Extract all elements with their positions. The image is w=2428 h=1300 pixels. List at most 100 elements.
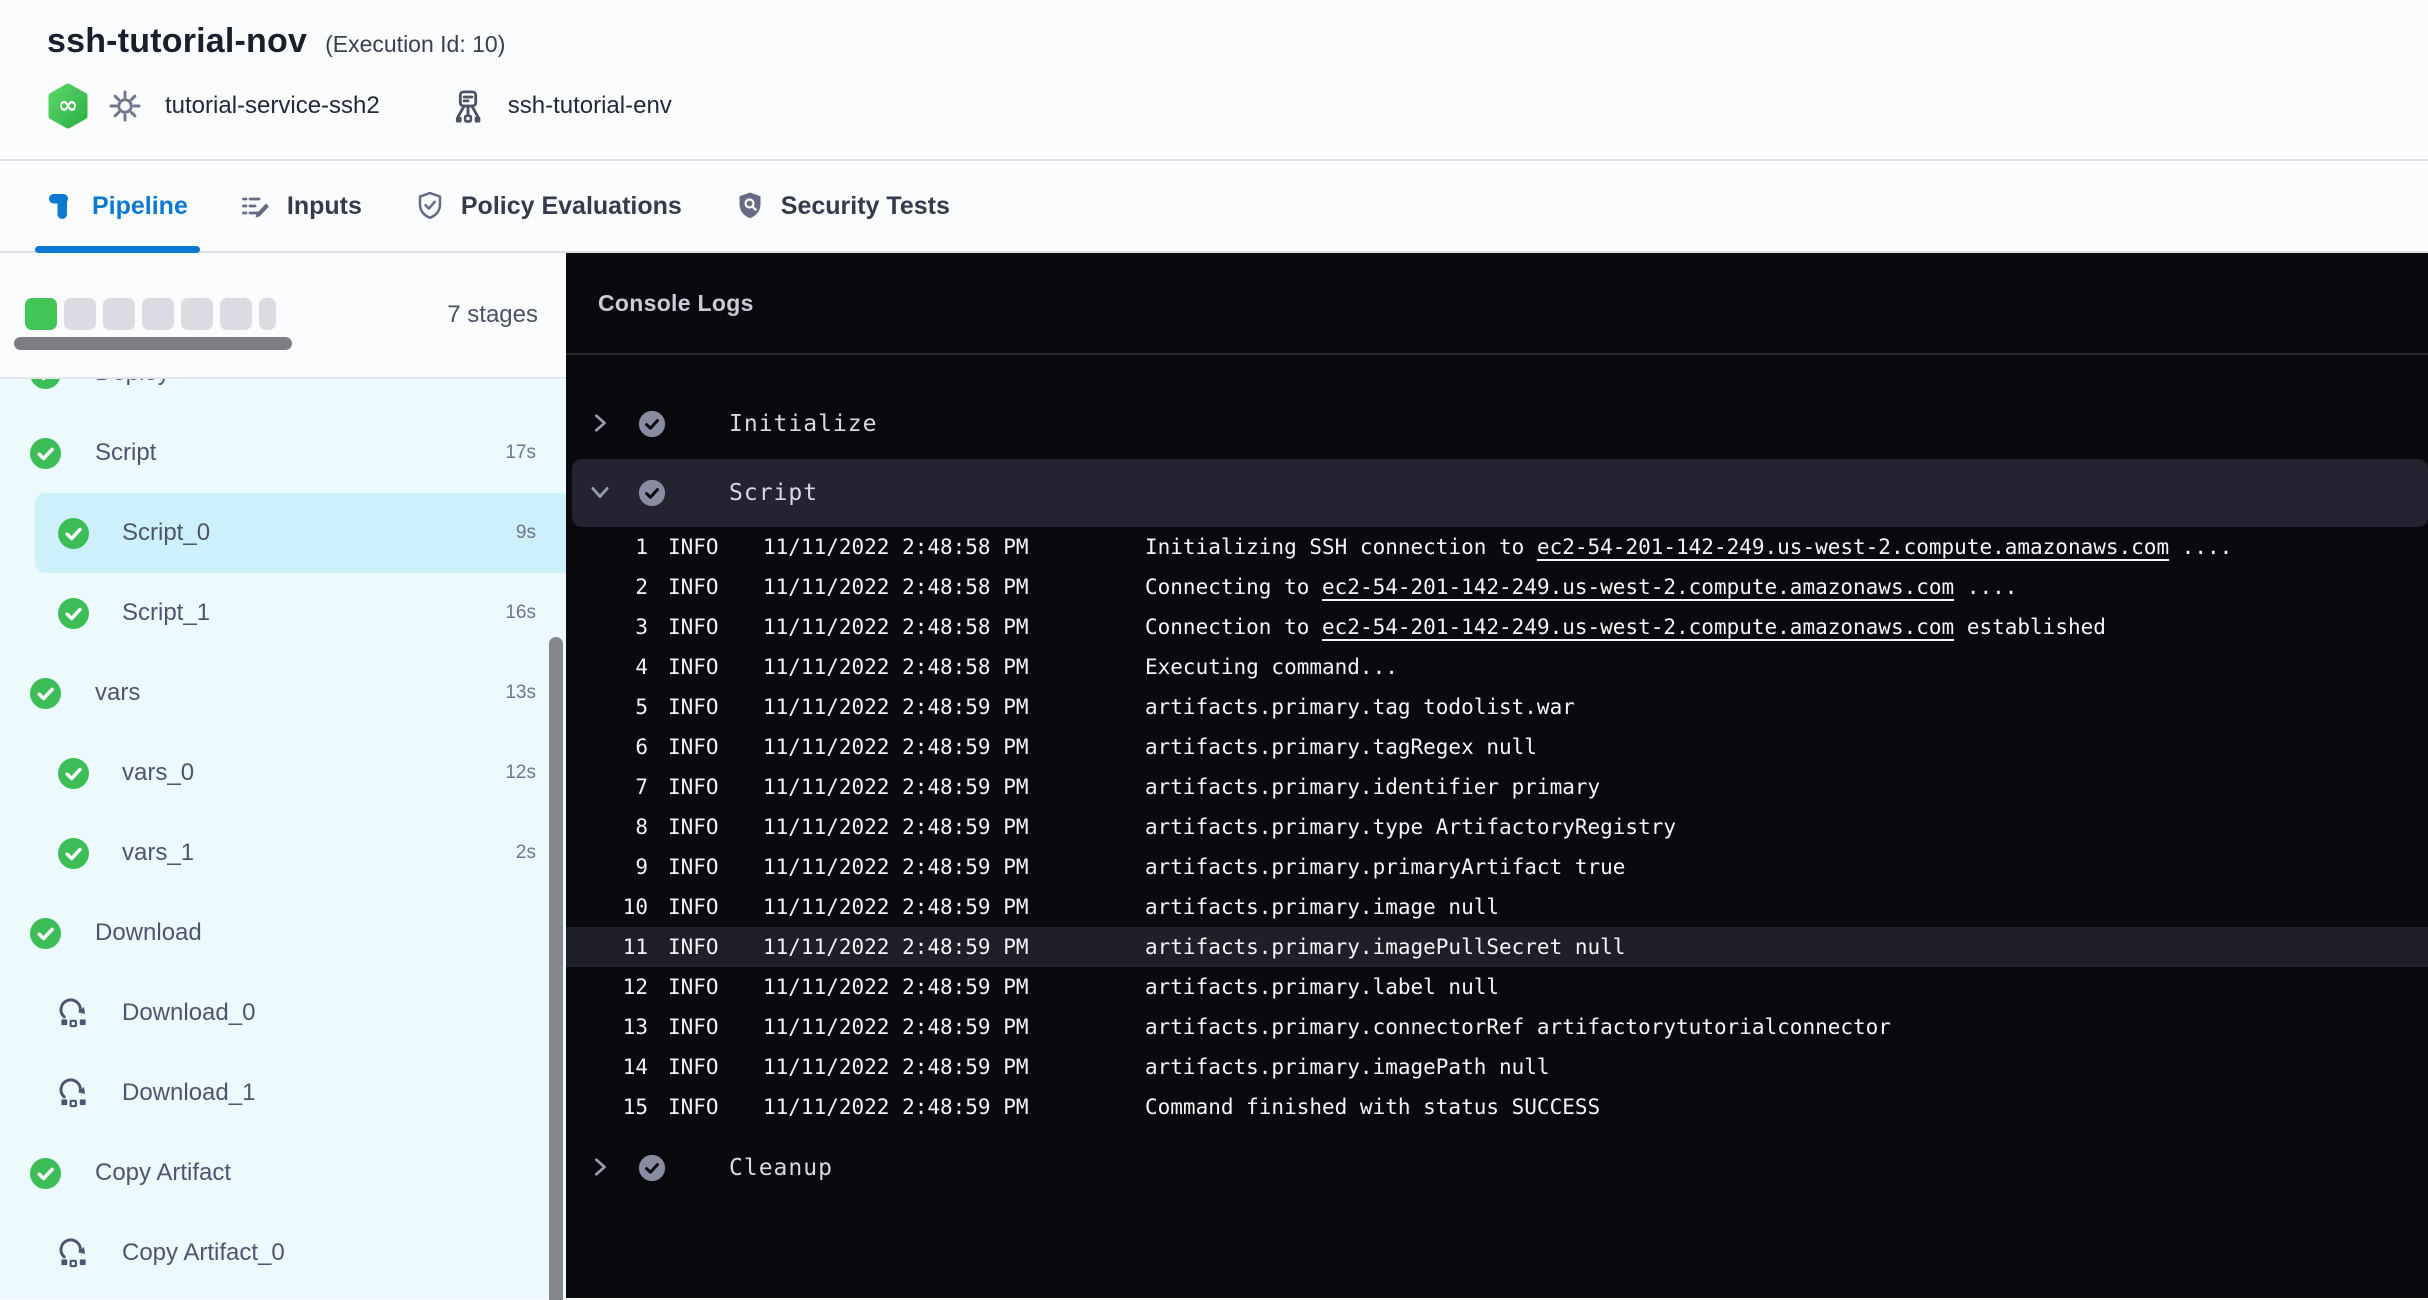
stage-row-download_0[interactable]: Download_0 — [0, 973, 566, 1053]
section-status-icon — [638, 479, 666, 507]
log-message: Executing command... — [1145, 655, 1398, 679]
stage-status-icon — [30, 918, 61, 949]
service-name[interactable]: tutorial-service-ssh2 — [165, 92, 380, 120]
page-title: ssh-tutorial-nov — [47, 22, 307, 61]
stage-row-script_0[interactable]: Script_0 9s — [35, 493, 566, 573]
stage-label: Download_0 — [122, 999, 255, 1027]
log-timestamp: 11/11/2022 2:48:59 PM — [763, 1095, 1125, 1119]
log-message: artifacts.primary.type ArtifactoryRegist… — [1145, 815, 1676, 839]
stage-status-icon — [58, 1078, 89, 1109]
stage-status-icon — [30, 1158, 61, 1189]
log-level: INFO — [668, 975, 743, 999]
stage-row-script[interactable]: Script 17s — [0, 413, 566, 493]
tab-inputs[interactable]: Inputs — [240, 161, 362, 251]
check-circle-icon — [58, 838, 89, 869]
log-line-number: 12 — [566, 975, 648, 999]
stage-row-deploy[interactable]: Deploy 29s — [0, 379, 566, 413]
log-level: INFO — [668, 1015, 743, 1039]
log-line-number: 8 — [566, 815, 648, 839]
security-shield-icon — [734, 190, 766, 222]
tab-pipeline[interactable]: Pipeline — [47, 161, 188, 251]
stage-count-label: 7 stages — [447, 301, 538, 329]
stage-row-vars_1[interactable]: vars_1 2s — [0, 813, 566, 893]
chevron-right-icon — [590, 1157, 610, 1177]
log-line: 3 INFO 11/11/2022 2:48:58 PM Connection … — [566, 607, 2428, 647]
stage-duration: 9s — [516, 522, 536, 544]
log-line: 5 INFO 11/11/2022 2:48:59 PM artifacts.p… — [566, 687, 2428, 727]
title-row: ssh-tutorial-nov (Execution Id: 10) — [47, 22, 2428, 61]
check-circle-icon — [30, 379, 61, 389]
stage-row-copy-artifact_0[interactable]: Copy Artifact_0 — [0, 1213, 566, 1293]
log-line-number: 3 — [566, 615, 648, 639]
stage-label: Copy Artifact — [95, 1159, 231, 1187]
console-section-script[interactable]: Script — [572, 459, 2428, 527]
chevron-icon[interactable] — [590, 1157, 612, 1179]
log-line-number: 14 — [566, 1055, 648, 1079]
console-section-cleanup[interactable]: Cleanup — [566, 1133, 2428, 1203]
log-line: 10 INFO 11/11/2022 2:48:59 PM artifacts.… — [566, 887, 2428, 927]
log-line-number: 5 — [566, 695, 648, 719]
stage-duration: 13s — [505, 682, 536, 704]
pipeline-execution-page: ssh-tutorial-nov (Execution Id: 10) ∞ tu… — [0, 0, 2428, 1300]
stage-status-icon — [30, 438, 61, 469]
log-message: Connecting to ec2-54-201-142-249.us-west… — [1145, 575, 2017, 599]
section-check-icon — [638, 410, 666, 438]
console-panel: Console Logs Initialize Script 1 INFO 11… — [566, 253, 2428, 1298]
stage-strip-scrollbar[interactable] — [14, 337, 292, 350]
log-message: artifacts.primary.identifier primary — [1145, 775, 1600, 799]
log-message: artifacts.primary.label null — [1145, 975, 1499, 999]
sidebar-scrollbar[interactable] — [549, 637, 563, 1300]
stage-row-vars[interactable]: vars 13s — [0, 653, 566, 733]
stage-label: Script — [95, 439, 156, 467]
log-line: 9 INFO 11/11/2022 2:48:59 PM artifacts.p… — [566, 847, 2428, 887]
host-link[interactable]: ec2-54-201-142-249.us-west-2.compute.ama… — [1537, 535, 2169, 559]
check-circle-icon — [30, 438, 61, 469]
chevron-icon[interactable] — [590, 482, 612, 504]
log-line: 14 INFO 11/11/2022 2:48:59 PM artifacts.… — [566, 1047, 2428, 1087]
host-link[interactable]: ec2-54-201-142-249.us-west-2.compute.ama… — [1322, 575, 1954, 599]
stage-square-done — [25, 298, 57, 330]
log-message: artifacts.primary.tag todolist.war — [1145, 695, 1575, 719]
stage-row-script_1[interactable]: Script_1 16s — [0, 573, 566, 653]
log-timestamp: 11/11/2022 2:48:59 PM — [763, 1015, 1125, 1039]
stage-row-download[interactable]: Download — [0, 893, 566, 973]
stage-row-download_1[interactable]: Download_1 — [0, 1053, 566, 1133]
log-message: artifacts.primary.image null — [1145, 895, 1499, 919]
stage-duration: 16s — [505, 602, 536, 624]
log-message: Initializing SSH connection to ec2-54-20… — [1145, 535, 2232, 559]
tab-policy-evaluations[interactable]: Policy Evaluations — [414, 161, 682, 251]
stage-square-pending — [64, 298, 96, 330]
console-body: Initialize Script 1 INFO 11/11/2022 2:48… — [566, 355, 2428, 1203]
log-level: INFO — [668, 1095, 743, 1119]
stage-progress-squares — [25, 298, 276, 330]
check-circle-icon — [58, 758, 89, 789]
console-title: Console Logs — [598, 290, 754, 317]
environment-name[interactable]: ssh-tutorial-env — [508, 92, 672, 120]
stage-label: Deploy — [95, 379, 170, 387]
log-timestamp: 11/11/2022 2:48:59 PM — [763, 975, 1125, 999]
console-section-initialize[interactable]: Initialize — [566, 389, 2428, 459]
stage-label: Copy Artifact_0 — [122, 1239, 285, 1267]
svg-text:∞: ∞ — [58, 91, 78, 119]
log-timestamp: 11/11/2022 2:48:59 PM — [763, 855, 1125, 879]
log-message: Command finished with status SUCCESS — [1145, 1095, 1600, 1119]
log-message: artifacts.primary.imagePullSecret null — [1145, 935, 1625, 959]
chevron-icon[interactable] — [590, 413, 612, 435]
stage-row-copy-artifact[interactable]: Copy Artifact — [0, 1133, 566, 1213]
stage-row-vars_0[interactable]: vars_0 12s — [0, 733, 566, 813]
log-line-number: 2 — [566, 575, 648, 599]
log-level: INFO — [668, 895, 743, 919]
main-split: 7 stages Deploy 29s Script 17s Script_0 … — [0, 253, 2428, 1298]
log-line-number: 1 — [566, 535, 648, 559]
execution-tabbar: Pipeline Inputs Policy Evaluations Secur… — [0, 161, 2428, 253]
stage-status-icon — [58, 598, 89, 629]
tab-security-tests[interactable]: Security Tests — [734, 161, 950, 251]
host-link[interactable]: ec2-54-201-142-249.us-west-2.compute.ama… — [1322, 615, 1954, 639]
harness-cd-hexagon-icon: ∞ — [47, 83, 89, 129]
log-line: 13 INFO 11/11/2022 2:48:59 PM artifacts.… — [566, 1007, 2428, 1047]
log-level: INFO — [668, 575, 743, 599]
stage-duration: 17s — [505, 442, 536, 464]
section-label: Initialize — [729, 411, 877, 437]
log-line-number: 4 — [566, 655, 648, 679]
stage-status-icon — [30, 678, 61, 709]
